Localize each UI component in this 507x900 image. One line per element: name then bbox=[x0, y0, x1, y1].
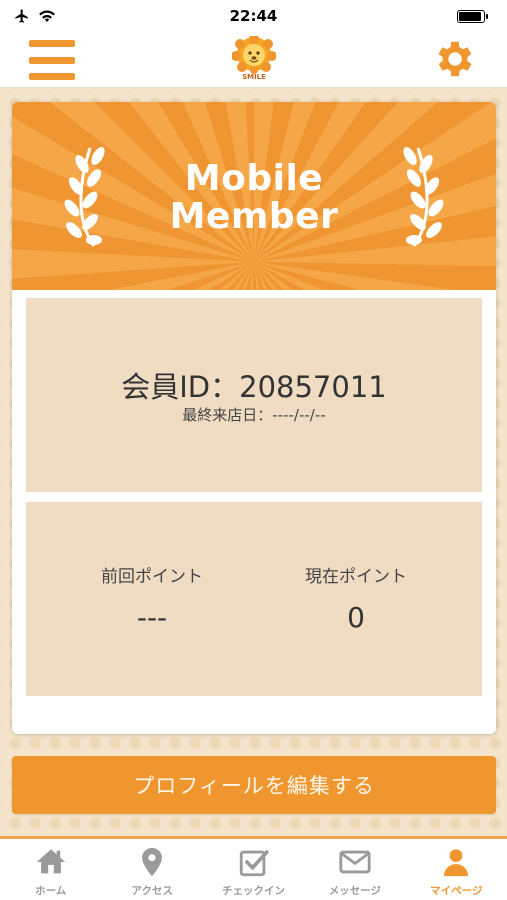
checkbox-icon bbox=[239, 850, 269, 877]
status-icons bbox=[14, 8, 94, 24]
tab-label: マイページ bbox=[430, 885, 483, 897]
envelope-icon bbox=[339, 850, 371, 874]
hamburger-menu-icon[interactable] bbox=[29, 40, 75, 80]
previous-points: 前回ポイント --- bbox=[52, 562, 252, 634]
current-points: 現在ポイント 0 bbox=[256, 562, 456, 634]
current-points-value: 0 bbox=[347, 601, 365, 634]
user-icon bbox=[444, 849, 469, 877]
member-id: 会員ID：20857011 bbox=[121, 370, 387, 404]
edit-profile-button[interactable]: プロフィールを編集する bbox=[12, 756, 496, 814]
tab-home[interactable]: ホーム bbox=[0, 839, 101, 900]
tab-access[interactable]: アクセス bbox=[101, 839, 202, 900]
points-panel: 前回ポイント --- 現在ポイント 0 bbox=[26, 502, 482, 696]
tab-label: ホーム bbox=[35, 885, 67, 897]
tab-label: メッセージ bbox=[328, 885, 382, 897]
tab-label: アクセス bbox=[131, 885, 173, 897]
lion-logo-icon bbox=[231, 34, 277, 74]
member-card-banner: Mobile Member bbox=[12, 102, 496, 290]
wifi-icon bbox=[39, 10, 55, 22]
tab-message[interactable]: メッセージ bbox=[304, 839, 405, 900]
member-card: Mobile Member 会員ID：20857011 最終来店日：----/-… bbox=[12, 102, 496, 734]
battery-icon bbox=[457, 9, 488, 23]
airplane-mode-icon bbox=[15, 9, 28, 23]
logo-text: SMILE bbox=[242, 73, 266, 81]
laurel-right-icon bbox=[403, 146, 444, 247]
current-points-label: 現在ポイント bbox=[305, 567, 407, 587]
last-visit-date: 最終来店日：----/--/-- bbox=[182, 406, 326, 424]
tab-bar: ホーム アクセス チェックイン メッセージ マイページ bbox=[0, 836, 507, 900]
smile-logo: SMILE bbox=[231, 34, 277, 84]
tab-label: チェックイン bbox=[222, 885, 286, 897]
app-header: SMILE bbox=[0, 32, 507, 88]
map-pin-icon bbox=[142, 847, 163, 877]
previous-points-label: 前回ポイント bbox=[101, 567, 203, 587]
home-icon bbox=[36, 849, 65, 874]
status-time: 22:44 bbox=[229, 7, 278, 25]
gear-icon[interactable] bbox=[432, 36, 478, 82]
member-id-panel: 会員ID：20857011 最終来店日：----/--/-- bbox=[26, 298, 482, 492]
tab-mypage[interactable]: マイページ bbox=[406, 839, 507, 900]
status-bar: 22:44 bbox=[0, 0, 507, 32]
tab-checkin[interactable]: チェックイン bbox=[203, 839, 304, 900]
previous-points-value: --- bbox=[136, 601, 168, 634]
